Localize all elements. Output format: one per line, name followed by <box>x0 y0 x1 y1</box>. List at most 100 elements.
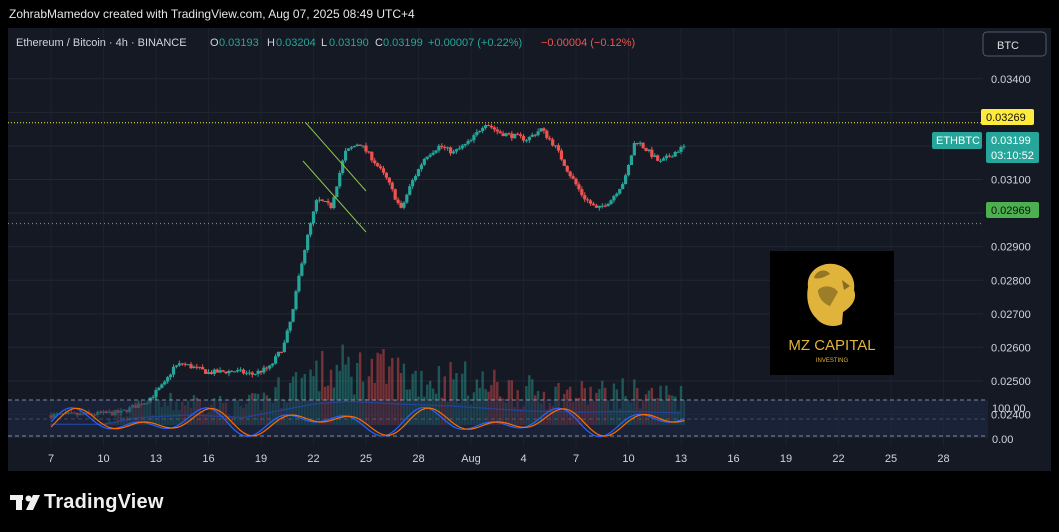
candle-body <box>425 156 429 159</box>
candle-body <box>338 172 342 187</box>
price-tick-label: 0.02400 <box>991 410 1031 422</box>
candle-body <box>422 158 426 165</box>
candle-body <box>656 155 660 161</box>
candle-body <box>341 160 345 173</box>
candle-body <box>358 144 362 146</box>
candle-body <box>335 186 339 198</box>
candle-body <box>160 384 164 388</box>
series-legend[interactable]: Ethereum / Bitcoin · 4h · BINANCE O 0.03… <box>16 37 635 49</box>
candle-body <box>314 200 319 212</box>
time-tick-label: 10 <box>622 453 634 465</box>
candle-body <box>478 130 482 132</box>
candle-body <box>428 154 432 157</box>
attribution-bar: ZohrabMamedov created with TradingView.c… <box>0 0 1059 28</box>
lower-line-tag[interactable]: 0.02969 <box>986 202 1039 218</box>
currency-button-label[interactable]: BTC <box>997 40 1019 52</box>
candle-body <box>154 390 158 397</box>
candle-body <box>530 134 534 137</box>
time-tick-label: 25 <box>885 453 897 465</box>
time-tick-label: 4 <box>520 453 526 465</box>
last-price-tag[interactable]: 0.03199 03:10:52 <box>986 132 1039 163</box>
legend-symbol[interactable]: Ethereum / Bitcoin · 4h · BINANCE <box>16 37 187 49</box>
candle-body <box>577 184 581 190</box>
legend-open: 0.03193 <box>219 37 259 49</box>
candle-body <box>483 125 488 128</box>
candle-body <box>629 155 634 166</box>
candle-body <box>250 372 254 375</box>
candle-body <box>323 201 327 203</box>
upper-line-tag[interactable]: 0.03269 <box>981 109 1034 125</box>
candle-body <box>227 370 231 374</box>
chart-svg[interactable]: 100.00 0.00 Ethereum / Bitcoin · 4h · BI… <box>8 28 1051 471</box>
time-axis[interactable]: 7 10 13 16 19 22 25 28 Aug 4 7 10 13 16 19 22 25 28 <box>48 453 950 465</box>
time-tick-label: 13 <box>675 453 687 465</box>
candle-body <box>448 147 453 154</box>
candle-body <box>539 128 543 132</box>
candle-body <box>171 366 176 375</box>
legend-high: 0.03204 <box>276 37 316 49</box>
candle-body <box>282 342 286 353</box>
candle-body <box>676 151 680 153</box>
candle-body <box>285 330 289 343</box>
candle-body <box>416 169 421 177</box>
candle-body <box>446 147 450 149</box>
candle-body <box>679 146 683 152</box>
time-tick-label: 28 <box>412 453 424 465</box>
time-tick-label: 10 <box>97 453 109 465</box>
candle-body <box>294 291 298 310</box>
candle-body <box>265 367 269 369</box>
candle-body <box>521 135 526 141</box>
candle-body <box>469 140 473 142</box>
candle-body <box>609 200 613 204</box>
candle-body <box>513 133 517 139</box>
legend-change-secondary: −0.00004 (−0.12%) <box>541 37 635 49</box>
candle-body <box>203 369 208 374</box>
upper-line-value: 0.03269 <box>986 112 1026 124</box>
candlestick-series[interactable] <box>49 124 686 419</box>
time-tick-label: 25 <box>360 453 372 465</box>
candle-body <box>632 143 636 156</box>
candle-body <box>183 363 187 365</box>
tradingview-logo-icon <box>10 495 40 510</box>
candle-body <box>303 250 307 264</box>
chart-frame[interactable]: 100.00 0.00 Ethereum / Bitcoin · 4h · BI… <box>8 28 1051 471</box>
candle-body <box>673 152 677 157</box>
candle-body <box>495 129 499 132</box>
candle-body <box>297 275 301 292</box>
candle-body <box>268 365 272 369</box>
candle-body <box>370 151 374 161</box>
candle-body <box>174 365 179 367</box>
price-axis[interactable]: 0.034000.033000.032000.031000.030000.029… <box>991 74 1031 422</box>
candle-body <box>518 134 523 136</box>
candle-body <box>667 155 671 157</box>
candle-body <box>524 140 529 142</box>
stoch-rsi-pane[interactable]: 100.00 0.00 <box>8 399 1026 446</box>
candle-body <box>475 131 479 136</box>
candle-body <box>390 182 394 190</box>
candle-body <box>291 309 295 322</box>
candle-body <box>644 147 648 151</box>
candle-body <box>166 377 170 382</box>
currency-button[interactable]: BTC <box>982 31 1047 57</box>
candle-body <box>472 135 476 141</box>
candle-body <box>177 363 181 366</box>
candle-body <box>343 150 348 161</box>
candle-body <box>399 203 403 208</box>
candle-body <box>244 372 249 374</box>
candle-body <box>279 351 284 353</box>
candle-body <box>501 133 505 137</box>
time-tick-label: 22 <box>832 453 844 465</box>
candle-body <box>460 145 464 149</box>
symbol-tag[interactable]: ETHBTC <box>932 132 982 149</box>
candle-body <box>349 147 354 149</box>
candle-body <box>647 149 651 151</box>
candle-body <box>536 131 540 136</box>
candle-body <box>212 369 216 375</box>
candle-body <box>489 125 494 128</box>
legend-low: 0.03190 <box>329 37 369 49</box>
candle-body <box>443 147 447 149</box>
candle-body <box>466 141 470 144</box>
legend-o-label: O <box>210 37 219 49</box>
legend-l-label: L <box>321 37 327 49</box>
candle-body <box>209 372 214 375</box>
